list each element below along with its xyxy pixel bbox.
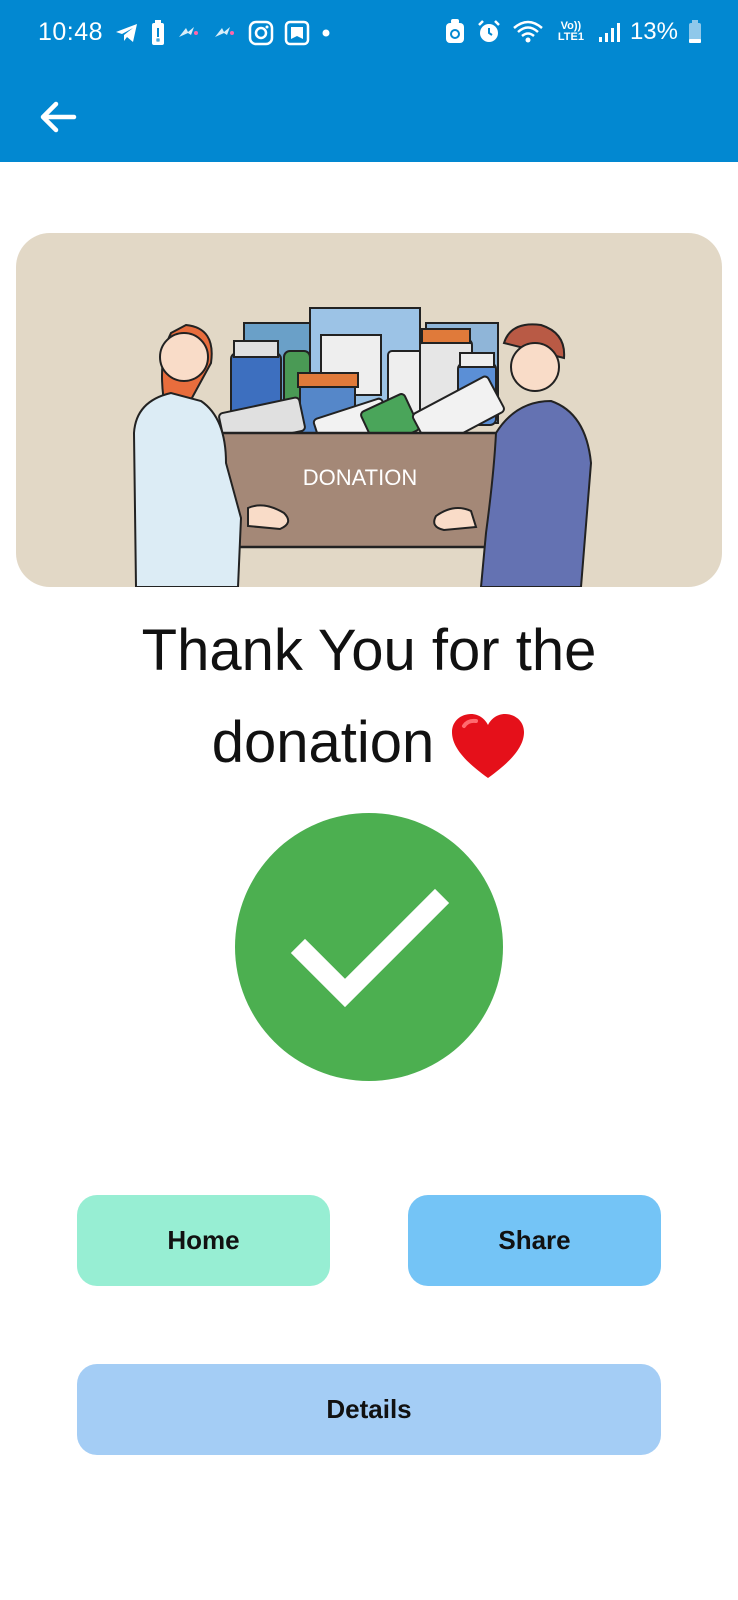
notification-icons xyxy=(114,20,332,46)
status-time: 10:48 xyxy=(38,18,104,46)
donation-illustration: DONATION xyxy=(16,233,722,587)
share-button[interactable]: Share xyxy=(408,1195,661,1286)
book-app-icon xyxy=(284,20,310,46)
signal-icon xyxy=(598,23,620,42)
donation-box-label: DONATION xyxy=(303,465,417,490)
donation-illustration-art: DONATION xyxy=(132,307,593,587)
battery-percent: 13% xyxy=(629,18,678,45)
details-button[interactable]: Details xyxy=(77,1364,661,1455)
thank-you-line-1: Thank You for the xyxy=(141,618,597,683)
status-right-icons: Vo)) LTE1 13% xyxy=(444,18,702,46)
network-type-label: Vo)) LTE1 xyxy=(557,20,584,43)
thank-you-message: Thank You for the donation xyxy=(0,605,738,789)
heart-emoji-icon xyxy=(452,713,525,778)
instagram-icon xyxy=(248,20,274,46)
battery-icon xyxy=(689,20,701,43)
alarm-icon xyxy=(478,20,500,42)
recycle-icon xyxy=(445,19,464,43)
checkmark-icon xyxy=(290,888,450,1008)
home-button[interactable]: Home xyxy=(77,1195,330,1286)
wifi-icon xyxy=(513,20,543,43)
telegram-icon xyxy=(116,24,137,42)
back-button[interactable] xyxy=(34,92,84,142)
thank-you-line-2-text: donation xyxy=(211,710,435,775)
app-notification-icon xyxy=(215,27,234,37)
battery-alert-icon xyxy=(152,20,164,45)
more-notifications-dot-icon xyxy=(322,29,330,37)
thank-you-line-2: donation xyxy=(0,697,738,789)
app-bar xyxy=(0,72,738,162)
success-indicator xyxy=(235,813,503,1081)
app-notification-icon xyxy=(179,27,198,37)
status-bar: 10:48 Vo)) LTE1 13% xyxy=(0,0,738,72)
arrow-left-icon xyxy=(40,101,77,133)
